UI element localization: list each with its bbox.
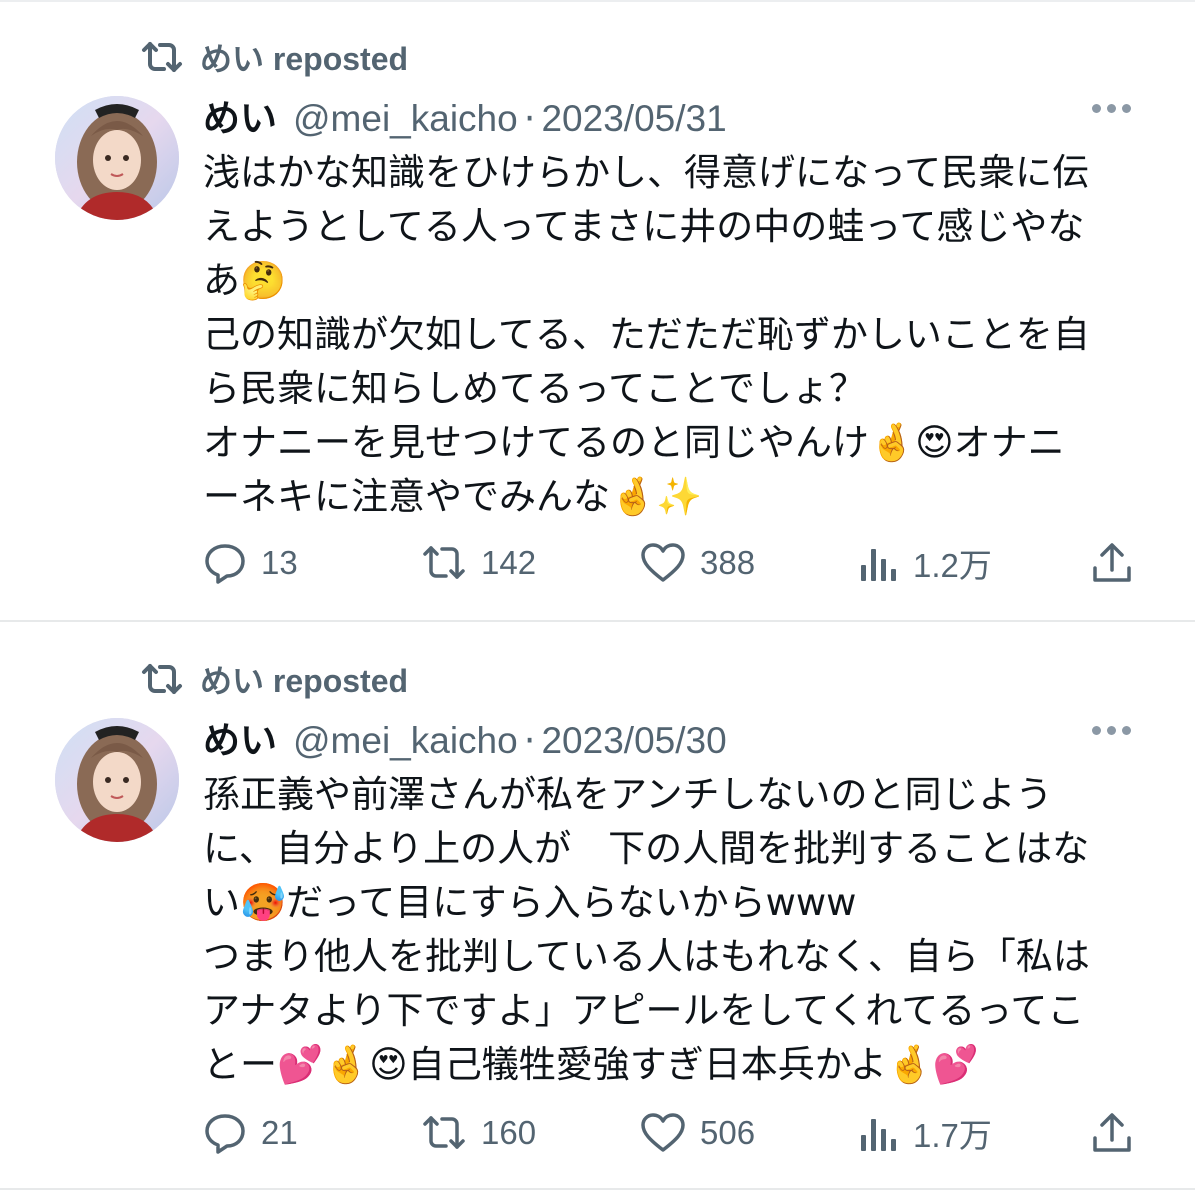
repost-icon (142, 664, 182, 694)
views-button[interactable]: 1.2万 (859, 538, 992, 588)
tweet-text-line: あ🤔 (203, 259, 287, 302)
like-icon (641, 543, 685, 582)
tweet-text-line: い🥵だって目にすら入らないからwww (203, 881, 857, 924)
tweet-text-line: とー💕🤞😍自己犠牲愛強すぎ日本兵かよ🤞💕 (203, 1043, 979, 1086)
views-icon (861, 549, 896, 581)
reply-icon (205, 544, 245, 584)
repost-button[interactable]: 160 (421, 1108, 536, 1158)
username[interactable]: @mei_kaicho (293, 720, 518, 762)
tweet-text-line: つまり他人を批判している人はもれなく、自ら「私は (203, 935, 1090, 978)
more-icon[interactable] (1092, 104, 1131, 113)
tweet-actions: 13 142 388 1.2万 (203, 538, 1143, 588)
more-icon[interactable] (1092, 726, 1131, 735)
separator: · (523, 719, 536, 762)
like-count: 388 (700, 544, 756, 581)
separator: · (523, 97, 536, 140)
tweet-text: 孫正義や前澤さんが私をアンチしないのと同じよう に、自分より上の人が 下の人間を… (203, 768, 1143, 1092)
like-button[interactable]: 506 (640, 1108, 755, 1158)
reply-button[interactable]: 21 (203, 1108, 298, 1158)
tweet-header: めい @mei_kaicho · 2023/05/30 (203, 710, 727, 764)
reply-icon (205, 1114, 245, 1154)
tweet-header: めい @mei_kaicho · 2023/05/31 (203, 88, 727, 142)
tweet-text-line: えようとしてる人ってまさに井の中の蛙って感じやな (203, 205, 1085, 248)
tweet-text-line: 己の知識が欠如してる、ただただ恥ずかしいことを自 (203, 313, 1090, 356)
tweet-text-line: 孫正義や前澤さんが私をアンチしないのと同じよう (203, 773, 1053, 816)
display-name[interactable]: めい (203, 710, 277, 764)
tweet-1[interactable]: めい reposted めい @mei_kaicho · 2023/05/31 … (0, 0, 1195, 620)
tweet-text: 浅はかな知識をひけらかし、得意げになって民衆に伝 えようとしてる人ってまさに井の… (203, 146, 1143, 524)
views-button[interactable]: 1.7万 (859, 1108, 992, 1158)
repost-context: めい reposted (140, 658, 408, 700)
like-icon (641, 1113, 685, 1152)
display-name[interactable]: めい (203, 88, 277, 142)
reply-button[interactable]: 13 (203, 538, 298, 588)
avatar[interactable] (55, 96, 179, 220)
avatar[interactable] (55, 718, 179, 842)
timestamp[interactable]: 2023/05/30 (541, 720, 726, 762)
share-button[interactable] (1091, 538, 1133, 588)
like-button[interactable]: 388 (640, 538, 755, 588)
tweet-text-line: に、自分より上の人が 下の人間を批判することはな (203, 827, 1090, 870)
tweet-text-line: アナタより下ですよ」アピールをしてくれてるってこ (203, 989, 1085, 1032)
repost-count: 160 (481, 1114, 537, 1151)
tweet-text-line: ら民衆に知らしめてるってことでしょ？ (203, 367, 867, 410)
repost-label: めい reposted (200, 41, 409, 77)
share-icon (1093, 543, 1131, 582)
repost-icon (423, 546, 465, 579)
tweet-2[interactable]: めい reposted めい @mei_kaicho · 2023/05/30 … (0, 622, 1195, 1200)
bottom-divider (0, 1188, 1195, 1190)
views-icon (861, 1119, 896, 1151)
timestamp[interactable]: 2023/05/31 (541, 98, 726, 140)
repost-context: めい reposted (140, 36, 408, 78)
share-button[interactable] (1091, 1108, 1133, 1158)
reply-count: 13 (261, 544, 298, 581)
repost-button[interactable]: 142 (421, 538, 536, 588)
repost-icon (423, 1116, 465, 1149)
tweet-text-line: オナニーを見せつけてるのと同じやんけ🤞😍オナニ (203, 421, 1065, 464)
tweet-text-line: 浅はかな知識をひけらかし、得意げになって民衆に伝 (203, 151, 1090, 194)
repost-icon (142, 42, 182, 72)
tweet-text-line: ーネキに注意やでみんな🤞✨ (203, 475, 703, 518)
share-icon (1093, 1113, 1131, 1152)
views-count: 1.7万 (913, 1117, 992, 1154)
views-count: 1.2万 (913, 547, 992, 584)
repost-label: めい reposted (200, 663, 409, 699)
like-count: 506 (700, 1114, 756, 1151)
reply-count: 21 (261, 1114, 298, 1151)
repost-count: 142 (481, 544, 537, 581)
username[interactable]: @mei_kaicho (293, 98, 518, 140)
tweet-actions: 21 160 506 1.7万 (203, 1108, 1143, 1158)
